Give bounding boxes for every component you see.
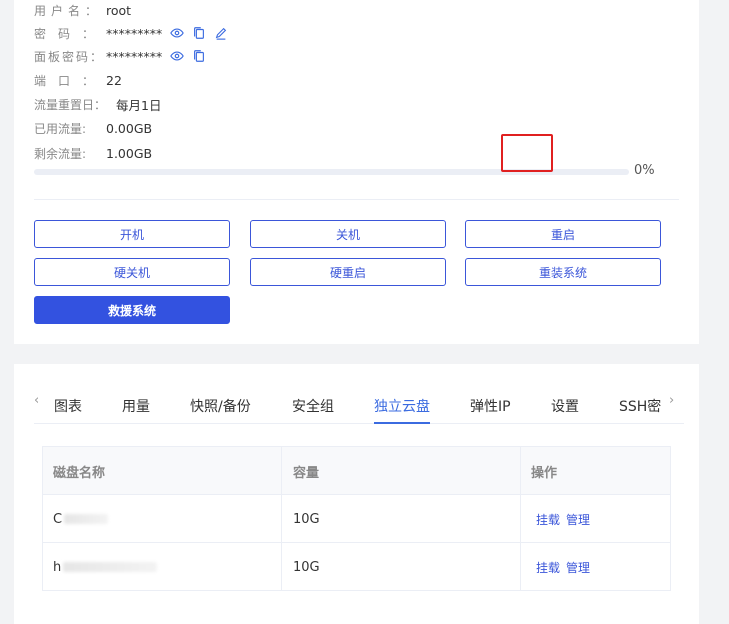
tab-security-group[interactable]: 安全组: [292, 396, 334, 416]
header-capacity: 容量: [293, 465, 320, 481]
divider: [34, 199, 679, 200]
tab-snapshot[interactable]: 快照/备份: [190, 396, 251, 416]
chevron-left-icon[interactable]: ‹: [34, 393, 39, 408]
active-tab-underline: [374, 422, 430, 424]
table-row: C 10G 挂载 管理: [43, 495, 670, 543]
username-value: root: [106, 2, 132, 18]
chevron-right-icon[interactable]: ›: [669, 393, 674, 408]
used-label: 已用流量:: [34, 121, 87, 136]
disk-name: C: [53, 495, 109, 543]
remain-value: 1.00GB: [106, 145, 153, 161]
redacted-text: [64, 514, 109, 524]
port-row: 端口： 22: [34, 70, 122, 90]
tab-cloud-disk[interactable]: 独立云盘: [374, 396, 430, 416]
header-actions: 操作: [531, 465, 558, 481]
manage-link[interactable]: 管理: [566, 511, 590, 528]
mount-link[interactable]: 挂载: [536, 511, 560, 528]
password-label: 密码：: [34, 26, 107, 41]
disk-name: h: [53, 543, 158, 591]
reset-value: 每月1日: [116, 97, 162, 113]
disk-name-text: h: [53, 559, 62, 575]
eye-icon[interactable]: [170, 49, 185, 63]
redacted-text: [63, 562, 158, 572]
tab-usage[interactable]: 用量: [122, 396, 150, 416]
table-header: 磁盘名称 容量 操作: [43, 447, 670, 495]
reinstall-button[interactable]: 重装系统: [465, 258, 661, 286]
progress-text: 0%: [634, 163, 655, 178]
hard-restart-button[interactable]: 硬重启: [250, 258, 446, 286]
hard-off-button[interactable]: 硬关机: [34, 258, 230, 286]
edit-icon[interactable]: [214, 26, 228, 40]
tab-ssh[interactable]: SSH密: [619, 396, 661, 416]
panel-password-value: *********: [106, 48, 163, 64]
disk-capacity: 10G: [293, 511, 320, 527]
remain-row: 剩余流量: 1.00GB: [34, 143, 152, 163]
header-disk-name: 磁盘名称: [53, 465, 106, 481]
remain-label: 剩余流量:: [34, 146, 87, 161]
disk-name-text: C: [53, 511, 63, 527]
power-off-button[interactable]: 关机: [250, 220, 446, 248]
port-value: 22: [106, 72, 122, 88]
copy-icon[interactable]: [192, 26, 206, 40]
restart-button[interactable]: 重启: [465, 220, 661, 248]
highlight-box: [501, 134, 553, 172]
panel-password-row: 面板密码： *********: [34, 46, 206, 66]
disk-capacity: 10G: [293, 559, 320, 575]
port-label: 端口：: [34, 73, 107, 88]
mount-link[interactable]: 挂载: [536, 559, 560, 576]
rescue-button[interactable]: 救援系统: [34, 296, 230, 324]
table-row: h 10G 挂载 管理: [43, 543, 670, 591]
disk-actions: 挂载 管理: [536, 543, 596, 591]
column-divider: [520, 447, 521, 590]
disk-actions: 挂载 管理: [536, 495, 596, 543]
panel-password-label: 面板密码：: [34, 49, 105, 64]
disk-panel-card: ‹ 图表 用量 快照/备份 安全组 独立云盘 弹性IP 设置 SSH密 › 磁盘…: [14, 364, 699, 624]
tab-chart[interactable]: 图表: [54, 396, 82, 416]
username-row: 用户名： root: [34, 0, 131, 20]
copy-icon[interactable]: [192, 49, 206, 63]
tab-elastic-ip[interactable]: 弹性IP: [470, 396, 511, 416]
manage-link[interactable]: 管理: [566, 559, 590, 576]
tab-settings[interactable]: 设置: [551, 396, 579, 416]
password-row: 密码： *********: [34, 23, 228, 43]
column-divider: [281, 447, 282, 590]
tab-bar: ‹ 图表 用量 快照/备份 安全组 独立云盘 弹性IP 设置 SSH密 ›: [34, 388, 684, 424]
server-info-card: 用户名： root 密码： ********* 面板密码： ********* …: [14, 0, 699, 344]
eye-icon[interactable]: [170, 26, 185, 40]
used-row: 已用流量: 0.00GB: [34, 118, 152, 138]
power-on-button[interactable]: 开机: [34, 220, 230, 248]
reset-label: 流量重置日：: [34, 97, 107, 112]
used-value: 0.00GB: [106, 120, 153, 136]
username-label: 用户名：: [34, 3, 103, 18]
disk-table: 磁盘名称 容量 操作 C 10G 挂载 管理 h 10G 挂载 管理: [42, 446, 671, 591]
password-value: *********: [106, 25, 163, 41]
reset-row: 流量重置日： 每月1日: [34, 94, 161, 114]
